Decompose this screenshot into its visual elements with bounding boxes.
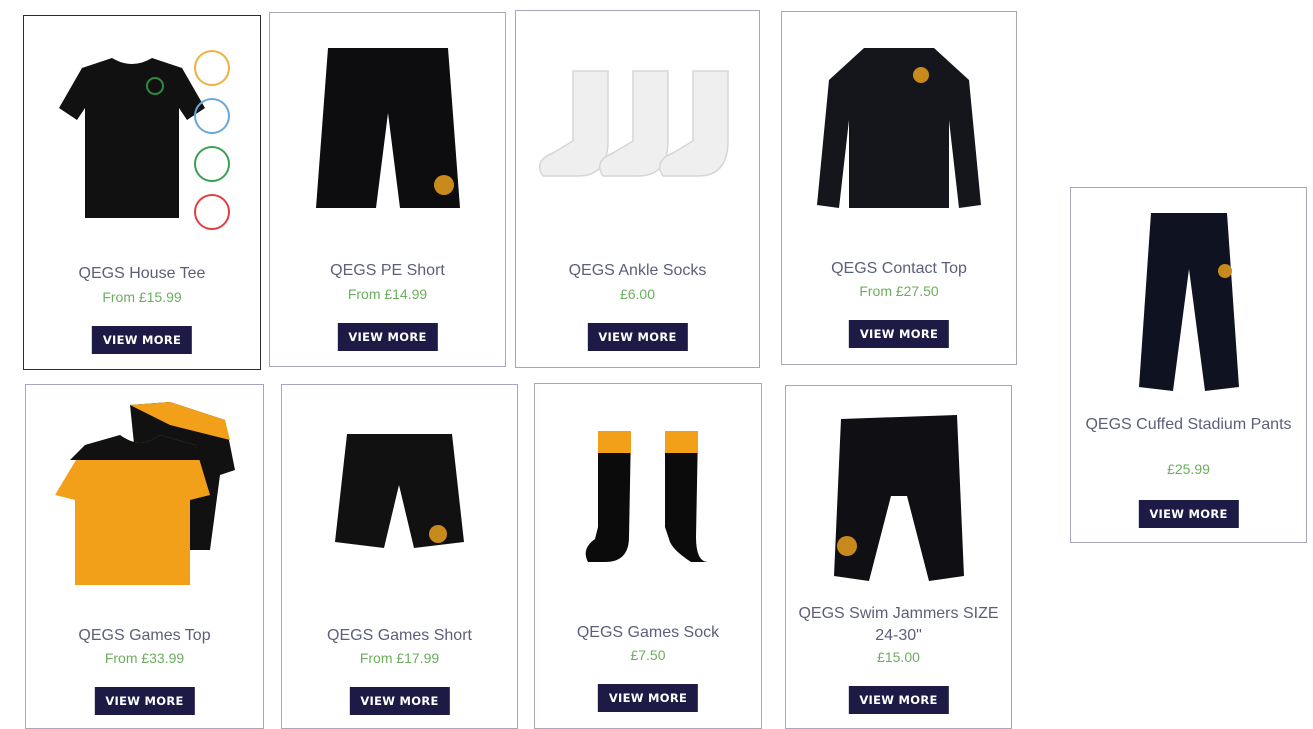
stadium-pants-icon	[1071, 206, 1306, 401]
house-tee-icon	[24, 41, 260, 241]
games-short-icon	[282, 427, 517, 557]
product-title: QEGS Games Sock	[576, 624, 720, 641]
product-card-games-short: QEGS Games Short From £17.99 VIEW MORE	[281, 384, 518, 729]
product-card-swim-jammers: QEGS Swim Jammers SIZE 24-30" £15.00 VIE…	[785, 385, 1012, 729]
product-price: From £14.99	[347, 286, 428, 302]
product-price: £7.50	[630, 647, 666, 663]
games-top-icon	[26, 400, 263, 590]
view-more-button[interactable]: VIEW MORE	[91, 326, 193, 354]
product-card-house-tee: QEGS House Tee From £15.99 VIEW MORE	[23, 15, 261, 370]
view-more-button[interactable]: VIEW MORE	[848, 686, 949, 714]
product-price: From £27.50	[859, 283, 939, 299]
view-more-button[interactable]: VIEW MORE	[848, 320, 950, 348]
product-card-ankle-socks: QEGS Ankle Socks £6.00 VIEW MORE	[515, 10, 760, 368]
product-card-games-sock: QEGS Games Sock £7.50 VIEW MORE	[534, 383, 762, 729]
view-more-button[interactable]: VIEW MORE	[337, 323, 438, 351]
product-card-pe-short: QEGS PE Short From £14.99 VIEW MORE	[269, 12, 506, 367]
view-more-button[interactable]: VIEW MORE	[587, 323, 688, 351]
product-card-games-top: QEGS Games Top From £33.99 VIEW MORE	[25, 384, 264, 729]
view-more-button[interactable]: VIEW MORE	[597, 684, 699, 712]
product-title: QEGS Games Short	[327, 627, 472, 644]
product-title: QEGS Ankle Socks	[568, 262, 707, 279]
product-title: QEGS Cuffed Stadium Pants	[1085, 416, 1292, 433]
product-price: £6.00	[619, 286, 656, 302]
contact-top-icon	[782, 37, 1016, 217]
games-sock-icon	[535, 424, 761, 569]
ankle-socks-icon	[516, 51, 759, 201]
product-card-contact-top: QEGS Contact Top From £27.50 VIEW MORE	[781, 11, 1017, 365]
view-more-button[interactable]: VIEW MORE	[94, 687, 195, 715]
swim-jammers-icon	[786, 408, 1011, 588]
view-more-button[interactable]: VIEW MORE	[349, 687, 450, 715]
product-price: From £17.99	[359, 650, 440, 666]
product-title: QEGS PE Short	[330, 262, 445, 279]
product-price: £25.99	[1167, 461, 1210, 477]
pe-short-icon	[270, 38, 505, 218]
product-price: From £33.99	[104, 650, 185, 666]
product-title: QEGS Games Top	[78, 627, 211, 644]
product-title: QEGS House Tee	[78, 265, 206, 282]
product-card-stadium-pants: QEGS Cuffed Stadium Pants £25.99 VIEW MO…	[1070, 187, 1307, 543]
view-more-button[interactable]: VIEW MORE	[1138, 500, 1239, 528]
product-price: From £15.99	[102, 289, 182, 305]
product-title: QEGS Swim Jammers SIZE 24-30"	[798, 605, 999, 644]
product-price: £15.00	[877, 649, 920, 665]
product-title: QEGS Contact Top	[831, 260, 967, 277]
